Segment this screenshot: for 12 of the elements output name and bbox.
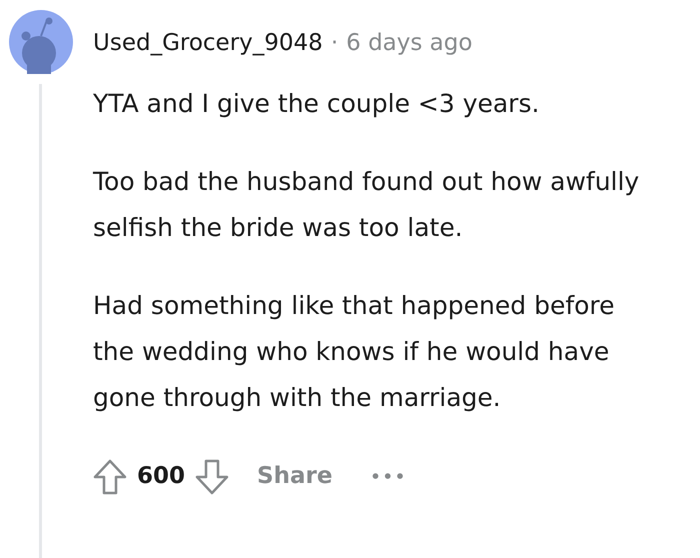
more-button[interactable]: •••: [370, 464, 408, 488]
comment-paragraph: YTA and I give the couple <3 years.: [93, 88, 540, 120]
separator: ·: [330, 29, 338, 58]
username[interactable]: Used_Grocery_9048: [93, 26, 323, 60]
comment-paragraph: Had something like that happened before the wedding who knows if he would have gone through with the marriage.: [93, 290, 616, 414]
timestamp: 6 days ago: [346, 29, 472, 58]
vote-count: 600: [137, 462, 186, 492]
comment-paragraph: Too bad the husband found out how awfully selfish the bride was too late.: [93, 166, 640, 244]
downvote-icon[interactable]: [195, 458, 230, 494]
upvote-icon[interactable]: [93, 458, 127, 494]
avatar-icon: [8, 10, 72, 74]
share-button[interactable]: Share: [257, 459, 332, 494]
